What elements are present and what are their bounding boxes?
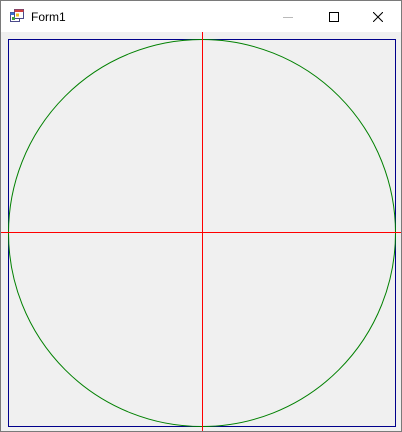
maximize-button[interactable] — [311, 1, 357, 32]
minimize-button[interactable] — [265, 1, 311, 32]
window-title: Form1 — [31, 10, 66, 24]
form-client-area — [1, 32, 401, 431]
minimize-icon — [283, 16, 293, 18]
drawing-canvas — [1, 32, 401, 431]
maximize-icon — [329, 11, 339, 22]
windows-form-icon — [10, 9, 24, 22]
form-window: Form1 — [0, 0, 402, 432]
close-button[interactable] — [355, 1, 401, 32]
close-icon — [373, 11, 383, 22]
title-bar[interactable]: Form1 — [1, 1, 401, 32]
